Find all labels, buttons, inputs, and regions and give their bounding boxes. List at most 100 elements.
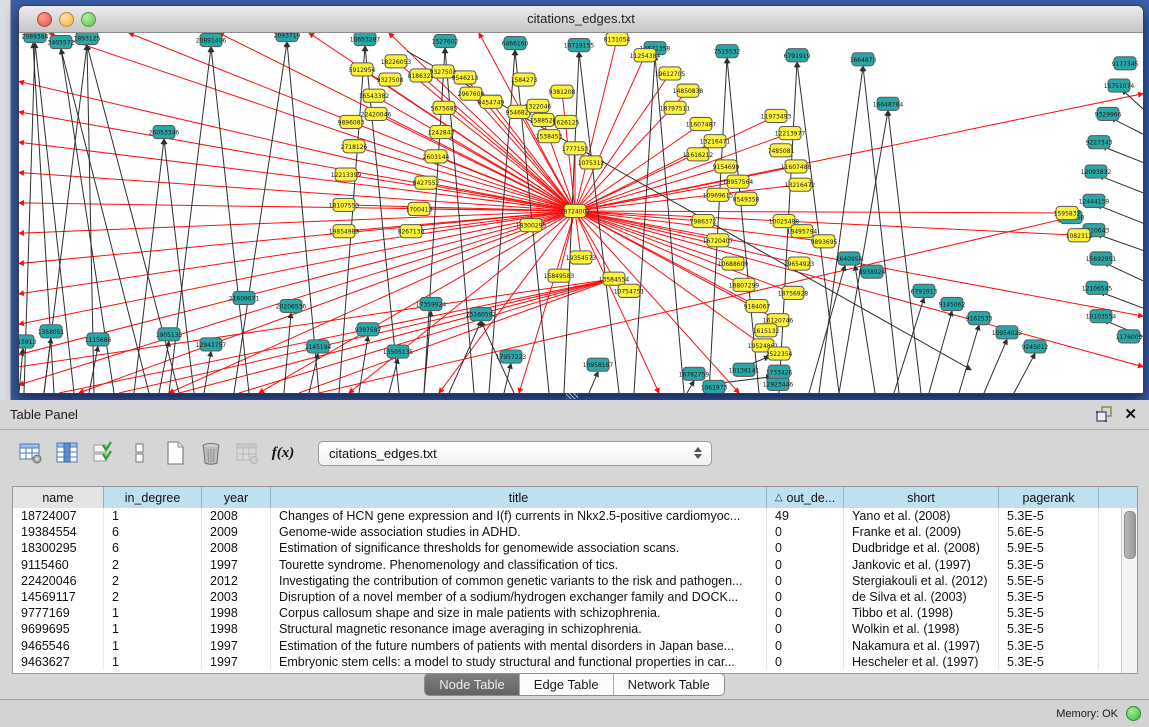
graph-node[interactable]: 5675685 bbox=[431, 101, 458, 114]
graph-node[interactable]: 5912954 bbox=[349, 63, 376, 76]
graph-node[interactable]: 9177345 bbox=[1112, 57, 1139, 70]
graph-node[interactable]: 12213399 bbox=[331, 168, 362, 181]
table-mode-icon[interactable] bbox=[16, 438, 46, 468]
graph-node[interactable]: 6466160 bbox=[502, 37, 529, 50]
graph-node[interactable]: 10653287 bbox=[350, 33, 381, 46]
graph-node[interactable]: 9327508 bbox=[377, 73, 404, 86]
graph-node[interactable]: 22420046 bbox=[361, 107, 392, 120]
graph-node[interactable]: 12106545 bbox=[1082, 281, 1113, 294]
window-titlebar[interactable]: citations_edges.txt bbox=[19, 6, 1143, 33]
column-header-in-degree[interactable]: in_degree bbox=[104, 487, 202, 508]
graph-node[interactable]: 2093719 bbox=[274, 33, 301, 42]
graph-node[interactable]: 8549358 bbox=[733, 192, 760, 205]
graph-node[interactable]: 16720407 bbox=[703, 234, 734, 247]
graph-node[interactable]: 18957564 bbox=[723, 175, 754, 188]
graph-node[interactable]: 1527602 bbox=[432, 35, 459, 48]
graph-node[interactable]: 19495794 bbox=[787, 225, 818, 238]
graph-node[interactable]: 13505135 bbox=[383, 345, 414, 358]
graph-node[interactable]: 1893125 bbox=[74, 33, 101, 45]
graph-node[interactable]: 11607488 bbox=[781, 160, 812, 173]
import-table-icon[interactable] bbox=[232, 438, 262, 468]
graph-node[interactable]: 1640954 bbox=[836, 252, 863, 265]
graph-node[interactable]: 9893695 bbox=[811, 235, 838, 248]
table-row[interactable]: 1456911722003Disruption of a novel membe… bbox=[13, 589, 1122, 605]
graph-node[interactable]: 1082312 bbox=[1066, 229, 1093, 242]
graph-node[interactable]: 3405572 bbox=[48, 36, 75, 49]
graph-node[interactable]: 26053346 bbox=[149, 126, 180, 139]
graph-node[interactable]: 1538453 bbox=[536, 130, 563, 143]
table-row[interactable]: 1872400712008Changes of HCN gene express… bbox=[13, 508, 1122, 524]
graph-node[interactable]: 1358051 bbox=[38, 325, 65, 338]
graph-node[interactable]: 18300295 bbox=[516, 219, 547, 232]
network-canvas[interactable]: 208938434055721893125 20891406 2093719 1065… bbox=[19, 33, 1143, 393]
graph-node[interactable]: 1242843 bbox=[428, 126, 455, 139]
graph-node[interactable]: 2089384 bbox=[22, 33, 49, 43]
show-columns-icon[interactable] bbox=[52, 438, 82, 468]
graph-node[interactable]: 11616212 bbox=[683, 148, 714, 161]
column-header-title[interactable]: title bbox=[271, 487, 767, 508]
graph-node[interactable]: 13216472 bbox=[785, 178, 816, 191]
graph-node[interactable]: 18226053 bbox=[381, 55, 412, 68]
close-panel-icon[interactable]: ✕ bbox=[1124, 406, 1137, 424]
graph-node[interactable]: 19654923 bbox=[784, 257, 815, 270]
graph-node[interactable]: 9381208 bbox=[549, 85, 576, 98]
graph-node[interactable]: 16648784 bbox=[873, 97, 904, 110]
column-header-out-de-[interactable]: △out_de... bbox=[767, 487, 844, 508]
graph-node[interactable]: 12444159 bbox=[1079, 194, 1110, 207]
graph-node[interactable]: 1584273 bbox=[511, 73, 538, 86]
graph-node[interactable]: 12213977 bbox=[775, 127, 806, 140]
graph-node[interactable]: 1777153 bbox=[562, 142, 589, 155]
table-scrollbar[interactable] bbox=[1121, 508, 1137, 673]
graph-node[interactable]: 9154699 bbox=[713, 160, 740, 173]
graph-node[interactable]: 8938924 bbox=[859, 265, 886, 278]
graph-node[interactable]: 18807299 bbox=[729, 278, 760, 291]
table-select-dropdown[interactable]: citations_edges.txt bbox=[318, 441, 712, 466]
graph-node[interactable]: 13584554 bbox=[599, 272, 630, 285]
table-row[interactable]: 1938455462009Genome-wide association stu… bbox=[13, 524, 1122, 540]
graph-node[interactable]: 11607487 bbox=[686, 117, 717, 130]
row-height-icon[interactable] bbox=[124, 438, 154, 468]
graph-node[interactable]: 10103554 bbox=[1086, 310, 1117, 323]
graph-node[interactable]: 9546213 bbox=[452, 71, 479, 84]
graph-node[interactable]: 19354573 bbox=[566, 251, 597, 264]
graph-node[interactable]: 14850838 bbox=[673, 84, 704, 97]
graph-node[interactable]: 1075312 bbox=[578, 156, 605, 169]
table-row[interactable]: 946554611997Estimation of the future num… bbox=[13, 638, 1122, 654]
column-header-name[interactable]: name bbox=[13, 487, 104, 508]
graph-node[interactable]: 6791913 bbox=[911, 284, 938, 297]
table-row[interactable]: 977716911998Corpus callosum shape and si… bbox=[13, 605, 1122, 621]
graph-node[interactable]: 2603144 bbox=[423, 150, 450, 163]
graph-node[interactable]: 17359924 bbox=[416, 297, 447, 310]
graph-node[interactable]: 11254384 bbox=[630, 49, 661, 62]
table-body[interactable]: 1872400712008Changes of HCN gene express… bbox=[13, 508, 1122, 673]
graph-node[interactable]: 8427552 bbox=[413, 176, 440, 189]
graph-node[interactable]: 16543382 bbox=[359, 89, 390, 102]
table-row[interactable]: 911546021997Tourette syndrome. Phenomeno… bbox=[13, 557, 1122, 573]
graph-node[interactable]: 1905135 bbox=[156, 328, 183, 341]
graph-node[interactable]: 10754751 bbox=[614, 284, 645, 297]
graph-node[interactable]: 15692951 bbox=[1086, 252, 1117, 265]
graph-node[interactable]: 3915913 bbox=[19, 335, 36, 348]
graph-node[interactable]: 1626125 bbox=[553, 115, 580, 128]
graph-node[interactable]: 1322046 bbox=[525, 99, 552, 112]
column-header-year[interactable]: year bbox=[202, 487, 271, 508]
graph-node[interactable]: 8267130 bbox=[398, 225, 425, 238]
graph-node[interactable]: 19612705 bbox=[655, 67, 686, 80]
graph-node[interactable]: 9227343 bbox=[1086, 136, 1113, 149]
graph-node[interactable]: 2522354 bbox=[766, 347, 793, 360]
tab-network-table[interactable]: Network Table bbox=[613, 674, 724, 695]
graph-node[interactable]: 15751074 bbox=[1104, 79, 1135, 92]
graph-node[interactable]: 20891406 bbox=[196, 34, 227, 47]
graph-node[interactable]: 7515532 bbox=[714, 45, 741, 58]
graph-node[interactable]: 6791919 bbox=[784, 49, 811, 62]
graph-node[interactable]: 20206536 bbox=[276, 299, 307, 312]
column-header-short[interactable]: short bbox=[844, 487, 999, 508]
delete-trash-icon[interactable] bbox=[196, 438, 226, 468]
tab-node-table[interactable]: Node Table bbox=[425, 674, 519, 695]
table-row[interactable]: 946362711997Embryonic stem cells: a mode… bbox=[13, 654, 1122, 670]
graph-node[interactable]: 1733426 bbox=[766, 365, 793, 378]
column-header-pagerank[interactable]: pagerank bbox=[999, 487, 1099, 508]
graph-node[interactable]: 9245012 bbox=[1022, 340, 1049, 353]
graph-node[interactable]: 12923446 bbox=[763, 377, 794, 390]
graph-node[interactable]: 11973493 bbox=[761, 109, 792, 122]
